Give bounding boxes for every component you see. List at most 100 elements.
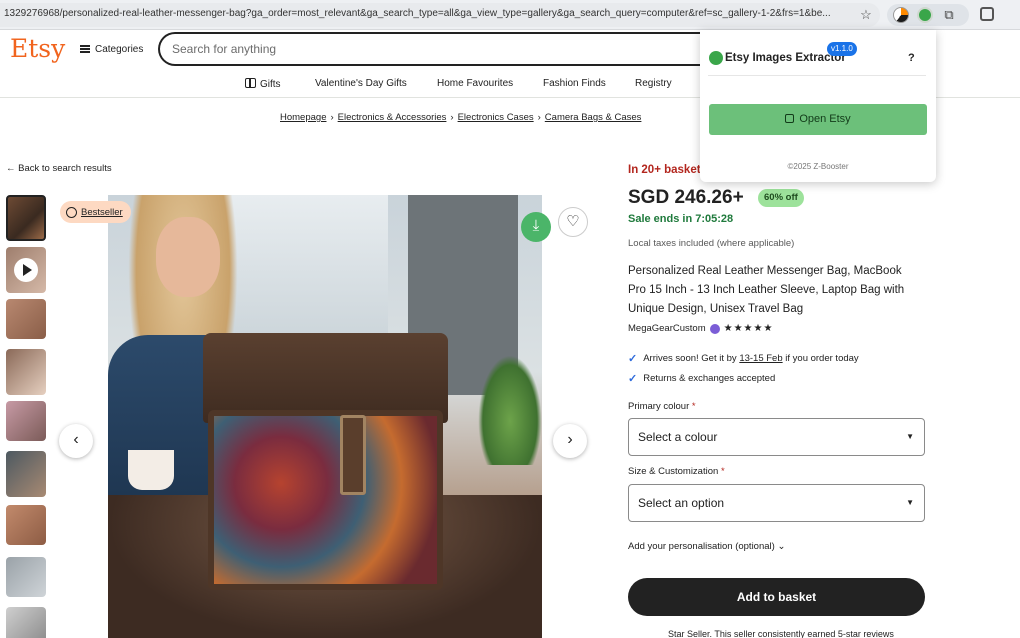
url-text[interactable]: 1329276968/personalized-real-leather-mes… [4,8,852,19]
breadcrumb-homepage[interactable]: Homepage [280,112,326,123]
check-icon: ✓ [628,353,638,365]
required-marker: * [720,466,725,477]
thumbnail-image[interactable] [6,195,46,241]
gift-icon [245,78,256,88]
star-seller-icon [709,323,720,334]
caret-down-icon: ▼ [906,498,914,507]
etsy-extractor-extension-icon[interactable] [917,7,933,23]
browser-menu-icon[interactable] [980,7,994,21]
open-etsy-button[interactable]: Open Etsy [709,104,927,135]
etsy-logo[interactable]: Etsy [10,34,65,63]
categories-label: Categories [95,43,144,55]
size-customization-select[interactable]: Select an option ▼ [628,484,925,522]
caret-down-icon: ▼ [906,432,914,441]
image-bag-buckle [340,415,366,495]
arrives-suffix: if you order today [785,353,859,364]
nav-item-home-favourites[interactable]: Home Favourites [437,78,513,89]
z-booster-extension-icon[interactable] [893,7,909,23]
open-etsy-label: Open Etsy [799,113,851,125]
image-plant [478,355,542,465]
image-bag-body [208,410,443,590]
breadcrumb-electronics-cases[interactable]: Electronics Cases [458,112,534,123]
returns-text: Returns & exchanges accepted [643,373,776,384]
add-to-basket-button[interactable]: Add to basket [628,578,925,616]
thumbnail-image[interactable] [6,299,46,339]
primary-colour-value: Select a colour [638,430,718,444]
open-external-icon [785,114,795,123]
nav-item-registry[interactable]: Registry [635,78,672,89]
check-icon: ✓ [628,373,638,385]
copyright-text: ©2025 Z-Booster [787,162,849,171]
thumbnail-video[interactable] [6,247,46,293]
help-icon[interactable]: ? [908,52,915,64]
size-customization-label: Size & Customization * [628,466,725,477]
add-personalisation-toggle[interactable]: Add your personalisation (optional) ⌄ [628,541,785,552]
categories-button[interactable]: Categories [80,40,143,58]
arrives-date[interactable]: 13-15 Feb [739,353,782,364]
thumbnail-image[interactable] [6,557,46,597]
breadcrumb-camera-bags[interactable]: Camera Bags & Cases [545,112,642,123]
discount-badge: 60% off [758,189,804,207]
image-window [218,195,388,335]
image-woman-face [156,217,220,297]
puzzle-icon[interactable]: ⧉ [941,7,957,23]
shop-name-link[interactable]: MegaGearCustom [628,323,706,334]
breadcrumb: Homepage › Electronics & Accessories › Elect… [280,112,641,123]
breadcrumb-separator: › [537,112,541,123]
thumbnail-image[interactable] [6,451,46,497]
browser-toolbar: 1329276968/personalized-real-leather-mes… [0,0,1020,30]
thumbnail-image[interactable] [6,349,46,395]
size-value: Select an option [638,496,725,510]
arrives-text: Arrives soon! Get it by 13-15 Feb if you… [643,353,858,364]
returns-row: ✓ Returns & exchanges accepted [628,372,775,385]
extension-title: Etsy Images Extractor [725,52,846,64]
nav-item-gifts[interactable]: Gifts [245,78,281,90]
rating-stars[interactable]: ★★★★★ [724,323,774,334]
menu-icon [80,45,90,53]
bestseller-label: Bestseller [81,206,123,218]
nav-item-label: Gifts [260,79,281,90]
chevron-down-icon: ⌄ [777,541,786,552]
bestseller-icon [66,206,77,218]
address-bar[interactable]: 1329276968/personalized-real-leather-mes… [0,3,880,27]
basket-alert: In 20+ basket [628,164,701,176]
image-cup [128,450,174,490]
heart-icon[interactable]: ♡ [558,207,588,237]
thumbnail-image[interactable] [6,505,46,545]
chevron-left-icon[interactable]: ‹ [59,424,93,458]
extension-popup: Etsy Images Extractor v1.1.0 ? Open Etsy… [700,30,936,182]
breadcrumb-electronics-accessories[interactable]: Electronics & Accessories [338,112,447,123]
version-badge: v1.1.0 [827,42,857,56]
bestseller-badge: Bestseller [60,201,131,223]
breadcrumb-separator: › [450,112,454,123]
price: SGD 246.26+ [628,187,744,208]
primary-colour-label-text: Primary colour [628,401,690,412]
arrives-row: ✓ Arrives soon! Get it by 13-15 Feb if y… [628,352,859,365]
product-main-image[interactable] [108,195,542,638]
nav-item-fashion-finds[interactable]: Fashion Finds [543,78,606,89]
thumbnail-image[interactable] [6,401,46,441]
shop-row: MegaGearCustom ★★★★★ [628,323,773,334]
arrives-prefix: Arrives soon! Get it by [643,353,737,364]
extension-logo-icon [709,51,723,65]
play-icon [14,258,38,282]
star-seller-note: Star Seller. This seller consistently ea… [668,629,894,638]
search-input[interactable] [158,32,718,66]
primary-colour-select[interactable]: Select a colour ▼ [628,418,925,456]
back-to-search-link[interactable]: ← Back to search results [6,163,112,174]
nav-item-valentines[interactable]: Valentine's Day Gifts [315,78,407,89]
personalisation-label: Add your personalisation (optional) [628,541,775,552]
size-label-text: Size & Customization [628,466,719,477]
taxes-note: Local taxes included (where applicable) [628,238,795,249]
thumbnail-image[interactable] [6,607,46,638]
sale-ends-text: Sale ends in 7:05:28 [628,213,734,225]
breadcrumb-separator: › [330,112,334,123]
chevron-right-icon[interactable]: › [553,424,587,458]
required-marker: * [691,401,696,412]
download-icon[interactable]: ⤓ [521,212,551,242]
bookmark-star-icon[interactable]: ☆ [858,8,874,24]
extensions-group: ⧉ [887,4,969,26]
product-title: Personalized Real Leather Messenger Bag,… [628,265,905,315]
popup-divider [708,75,926,76]
primary-colour-label: Primary colour * [628,401,696,412]
